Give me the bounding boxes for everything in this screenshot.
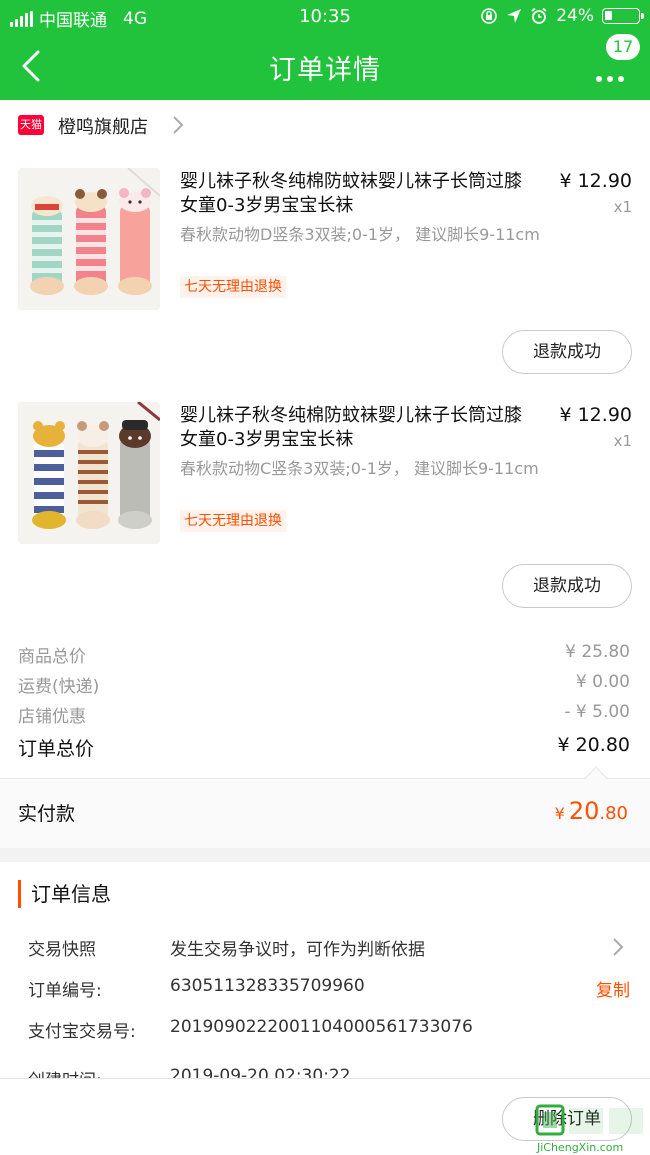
copy-button[interactable]: 复制	[596, 976, 630, 1001]
actual-payment-label: 实付款	[18, 803, 76, 825]
order-number-value: 630511328335709960	[170, 976, 365, 996]
battery-percent: 24%	[556, 6, 594, 26]
product-title[interactable]: 婴儿袜子秋冬纯棉防蚊袜婴儿袜子长筒过膝女童0-3岁男宝宝长袜	[180, 404, 536, 452]
status-right: 24%	[480, 6, 644, 26]
socks-image-icon	[18, 168, 160, 310]
order-total-row: 订单总价 ¥ 20.80	[0, 734, 650, 762]
product-spec: 春秋款动物C竖条3双装;0-1岁， 建议脚长9-11cm	[180, 459, 539, 478]
product-spec: 春秋款动物D竖条3双装;0-1岁， 建议脚长9-11cm	[180, 225, 540, 244]
goods-total-label: 商品总价	[18, 647, 86, 667]
shipping-value: ¥ 0.00	[575, 672, 630, 692]
product-quantity: x1	[613, 432, 632, 450]
product-title[interactable]: 婴儿袜子秋冬纯棉防蚊袜婴儿袜子长筒过膝女童0-3岁男宝宝长袜	[180, 170, 536, 218]
caret-up-icon	[584, 766, 608, 790]
product-image[interactable]	[18, 168, 160, 310]
order-total-label: 订单总价	[18, 738, 95, 760]
goods-total-row: 商品总价 ¥ 25.80	[0, 642, 650, 670]
order-total-value: ¥ 20.80	[557, 734, 630, 756]
alipay-number-value: 2019090222001104000561733076	[170, 1017, 473, 1037]
product-quantity: x1	[613, 198, 632, 216]
nav-bar: 订单详情 17	[0, 34, 650, 100]
message-badge: 17	[606, 34, 640, 60]
product-price: ¥ 12.90	[559, 170, 632, 192]
location-icon	[507, 9, 522, 23]
rotation-lock-icon	[481, 8, 498, 24]
chevron-right-icon	[613, 938, 624, 956]
store-name: 橙鸣旗舰店	[58, 117, 148, 138]
more-dots-icon	[596, 76, 624, 82]
amount-decimal: .80	[599, 803, 628, 824]
store-discount-row: 店铺优惠 - ¥ 5.00	[0, 702, 650, 730]
return-policy-tag: 七天无理由退换	[180, 510, 286, 532]
amount-integer: 20	[568, 797, 600, 825]
alarm-icon	[531, 7, 547, 24]
order-item[interactable]: 婴儿袜子秋冬纯棉防蚊袜婴儿袜子长筒过膝女童0-3岁男宝宝长袜 春秋款动物D竖条3…	[0, 150, 650, 384]
currency-symbol: ¥	[554, 804, 565, 823]
order-number-row: 订单编号: 630511328335709960 复制	[0, 976, 650, 1006]
product-price: ¥ 12.90	[559, 404, 632, 426]
actual-payment-row: 实付款 ¥20.80	[0, 766, 650, 848]
snapshot-row[interactable]: 交易快照 发生交易争议时，可作为判断依据	[0, 935, 650, 965]
alipay-number-label: 支付宝交易号:	[28, 1022, 136, 1042]
goods-total-value: ¥ 25.80	[565, 642, 630, 662]
order-item[interactable]: 婴儿袜子秋冬纯棉防蚊袜婴儿袜子长筒过膝女童0-3岁男宝宝长袜 春秋款动物C竖条3…	[0, 384, 650, 618]
store-row[interactable]: 天猫 橙鸣旗舰店	[0, 100, 650, 150]
refund-status-button[interactable]: 退款成功	[502, 564, 632, 608]
app-header: 中国联通 4G 10:35 24% 订单详情 17	[0, 0, 650, 100]
shipping-row: 运费(快递) ¥ 0.00	[0, 672, 650, 700]
return-policy-tag: 七天无理由退换	[180, 276, 286, 298]
order-info-heading: 订单信息	[18, 880, 111, 908]
shipping-label: 运费(快递)	[18, 677, 100, 697]
battery-level	[605, 11, 612, 20]
store-discount-value: - ¥ 5.00	[564, 702, 630, 722]
socks-image-icon	[18, 402, 160, 544]
alipay-number-row: 支付宝交易号: 2019090222001104000561733076	[0, 1017, 650, 1047]
bottom-action-bar: 删除订单	[0, 1078, 650, 1155]
battery-icon	[602, 8, 644, 24]
refund-status-button[interactable]: 退款成功	[502, 330, 632, 374]
store-discount-label: 店铺优惠	[18, 707, 86, 727]
actual-payment-value: ¥20.80	[555, 797, 628, 825]
order-number-label: 订单编号:	[28, 981, 102, 1001]
status-bar: 中国联通 4G 10:35 24%	[0, 0, 650, 34]
chevron-right-icon	[173, 116, 184, 134]
product-image[interactable]	[18, 402, 160, 544]
page-title: 订单详情	[269, 55, 381, 86]
section-divider	[0, 848, 650, 862]
delete-order-button[interactable]: 删除订单	[502, 1097, 632, 1141]
tmall-badge: 天猫	[18, 115, 44, 135]
snapshot-label: 交易快照	[28, 940, 96, 960]
snapshot-value: 发生交易争议时，可作为判断依据	[170, 940, 425, 960]
